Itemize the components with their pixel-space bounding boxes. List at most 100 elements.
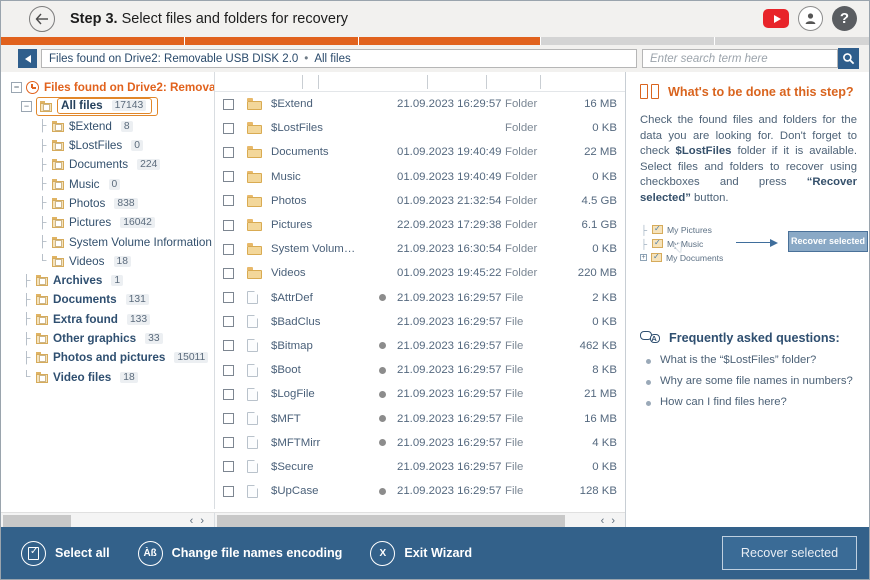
selection-highlight: All files 17143 (36, 97, 159, 117)
tree-item-photos[interactable]: ├ Photos 838 (1, 194, 214, 213)
tree-item-pictures[interactable]: ├ Pictures 16042 (1, 213, 214, 232)
breadcrumb-path: Files found on Drive2: Removable USB DIS… (49, 52, 299, 65)
tree-item-music[interactable]: ├ Music 0 (1, 174, 214, 193)
row-checkbox[interactable] (222, 437, 234, 449)
scrollbar-thumb[interactable] (3, 514, 71, 528)
scroll-left-button[interactable]: ‹ (190, 515, 194, 527)
tree-item-label-box: Extra found 133 (53, 313, 151, 326)
row-checkbox[interactable] (222, 364, 234, 376)
row-name: Videos (271, 267, 306, 280)
back-button[interactable] (29, 6, 55, 32)
tree-category-other-graphics[interactable]: ├ Other graphics 33 (1, 329, 214, 348)
row-checkbox[interactable] (222, 122, 234, 134)
row-checkbox[interactable] (222, 388, 234, 400)
file-list-row[interactable]: $AttrDef 21.09.2023 16:29:57 File 2 KB (215, 286, 625, 310)
breadcrumb-path-field[interactable]: Files found on Drive2: Removable USB DIS… (41, 49, 637, 68)
recover-selected-button[interactable]: Recover selected (722, 536, 857, 570)
tree-item-system-volume-information[interactable]: ├ System Volume Information2 (1, 232, 214, 251)
scrollbar-thumb[interactable] (217, 514, 565, 528)
tree-item-extend[interactable]: ├ $Extend 8 (1, 117, 214, 136)
tree-item-label: $LostFiles (69, 139, 123, 153)
file-list-row[interactable]: $MFTMirr 21.09.2023 16:29:57 File 4 KB (215, 431, 625, 455)
row-checkbox[interactable] (222, 98, 234, 110)
tree-root-label: Files found on Drive2: Removab (44, 81, 214, 95)
faq-item[interactable]: What is the “$LostFiles” folder? (640, 354, 857, 366)
tree-item-documents[interactable]: ├ Documents 224 (1, 155, 214, 174)
row-checkbox[interactable] (222, 485, 234, 497)
file-list-row[interactable]: $Boot 21.09.2023 16:29:57 File 8 KB (215, 358, 625, 382)
row-checkbox[interactable] (222, 340, 234, 352)
file-list-row[interactable]: Documents 01.09.2023 19:40:49 Folder 22 MB (215, 140, 625, 164)
file-list-row[interactable]: Pictures 22.09.2023 17:29:38 Folder 6.1 GB (215, 213, 625, 237)
column-divider[interactable] (318, 75, 319, 89)
search-button[interactable] (838, 48, 859, 69)
tree-item-videos[interactable]: └ Videos 18 (1, 252, 214, 271)
column-divider[interactable] (302, 75, 303, 89)
select-all-button[interactable]: Select all (21, 540, 110, 566)
file-list-row[interactable]: $Secure 21.09.2023 16:29:57 File 0 KB (215, 455, 625, 479)
file-list-row[interactable]: Photos 01.09.2023 21:32:54 Folder 4.5 GB (215, 189, 625, 213)
file-list-row[interactable]: $Extend 21.09.2023 16:29:57 Folder 16 MB (215, 92, 625, 116)
scroll-right-button[interactable]: › (200, 515, 204, 527)
row-checkbox[interactable] (222, 219, 234, 231)
row-size: 128 KB (579, 485, 617, 498)
tree-category-documents[interactable]: ├ Documents 131 (1, 290, 214, 309)
exit-wizard-button[interactable]: X Exit Wizard (370, 540, 472, 566)
page-title: Step 3. Select files and folders for rec… (70, 11, 348, 27)
file-list-row[interactable]: $UpCase 21.09.2023 16:29:57 File 128 KB (215, 479, 625, 503)
file-list-row[interactable]: Videos 01.09.2023 19:45:22 Folder 220 MB (215, 261, 625, 285)
file-list-row[interactable]: $BadClus 21.09.2023 16:29:57 File 0 KB (215, 310, 625, 334)
column-divider[interactable] (540, 75, 541, 89)
row-checkbox[interactable] (222, 413, 234, 425)
column-divider[interactable] (427, 75, 428, 89)
tree-category-photos-and-pictures[interactable]: ├ Photos and pictures 15011 (1, 348, 214, 367)
row-checkbox[interactable] (222, 146, 234, 158)
user-account-icon[interactable] (798, 6, 823, 31)
search-input[interactable]: Enter search term here (642, 49, 838, 68)
breadcrumb-back-button[interactable] (18, 49, 37, 68)
row-checkbox-cell (215, 98, 241, 110)
row-type: Folder (505, 122, 538, 135)
folder-icon (36, 352, 48, 364)
bullet-icon (646, 379, 651, 385)
row-name: $MFTMirr (271, 436, 321, 449)
file-list-row[interactable]: $LogFile 21.09.2023 16:29:57 File 21 MB (215, 382, 625, 406)
folder-tree-panel[interactable]: − Files found on Drive2: Removab − All file… (1, 72, 214, 509)
tree-root-item[interactable]: − Files found on Drive2: Removab (1, 78, 214, 97)
tree-item-label-box: Photos 838 (69, 197, 138, 210)
column-divider[interactable] (486, 75, 487, 89)
row-icon-cell (241, 460, 271, 474)
file-list-row[interactable]: $MFT 21.09.2023 16:29:57 File 16 MB (215, 406, 625, 430)
help-illustration: ├ My Pictures ├ My Music + My Documents (640, 223, 868, 279)
help-question-icon[interactable]: ? (832, 6, 857, 31)
tree-item-lostfiles[interactable]: ├ $LostFiles 0 (1, 136, 214, 155)
tree-expander-icon[interactable]: − (11, 82, 22, 94)
faq-item[interactable]: Why are some file names in numbers? (640, 375, 857, 387)
file-list-row[interactable]: $LostFiles Folder 0 KB (215, 116, 625, 140)
scroll-left-button[interactable]: ‹ (601, 515, 605, 527)
file-list-row[interactable]: System Volume Info... 21.09.2023 16:30:54… (215, 237, 625, 261)
scroll-right-button[interactable]: › (611, 515, 615, 527)
tree-item-all-files[interactable]: − All files 17143 (1, 97, 214, 117)
tree-category-archives[interactable]: ├ Archives 1 (1, 271, 214, 290)
tree-category-extra-found[interactable]: ├ Extra found 133 (1, 310, 214, 329)
file-list-row[interactable]: Music 01.09.2023 19:40:49 Folder 0 KB (215, 165, 625, 189)
row-checkbox[interactable] (222, 316, 234, 328)
row-checkbox[interactable] (222, 267, 234, 279)
select-all-icon (21, 540, 46, 566)
row-size: 462 KB (579, 339, 617, 352)
row-checkbox[interactable] (222, 461, 234, 473)
tree-expander-icon[interactable]: − (21, 101, 32, 113)
youtube-icon[interactable] (763, 9, 789, 28)
row-checkbox[interactable] (222, 292, 234, 304)
file-list-row[interactable]: $Bitmap 21.09.2023 16:29:57 File 462 KB (215, 334, 625, 358)
faq-item[interactable]: How can I find files here? (640, 396, 857, 408)
file-list-panel[interactable]: $Extend 21.09.2023 16:29:57 Folder 16 MB $Lo… (214, 72, 625, 509)
file-list-row[interactable]: $Volume21.09.2023 16:29:57File0 KB (215, 503, 625, 509)
change-encoding-button[interactable]: Àß Change file names encoding (137, 540, 342, 566)
row-checkbox[interactable] (222, 171, 234, 183)
tree-category-video-files[interactable]: └ Video files 18 (1, 367, 214, 386)
row-checkbox[interactable] (222, 195, 234, 207)
row-checkbox[interactable] (222, 243, 234, 255)
row-date: 21.09.2023 16:29:57 (397, 291, 502, 304)
